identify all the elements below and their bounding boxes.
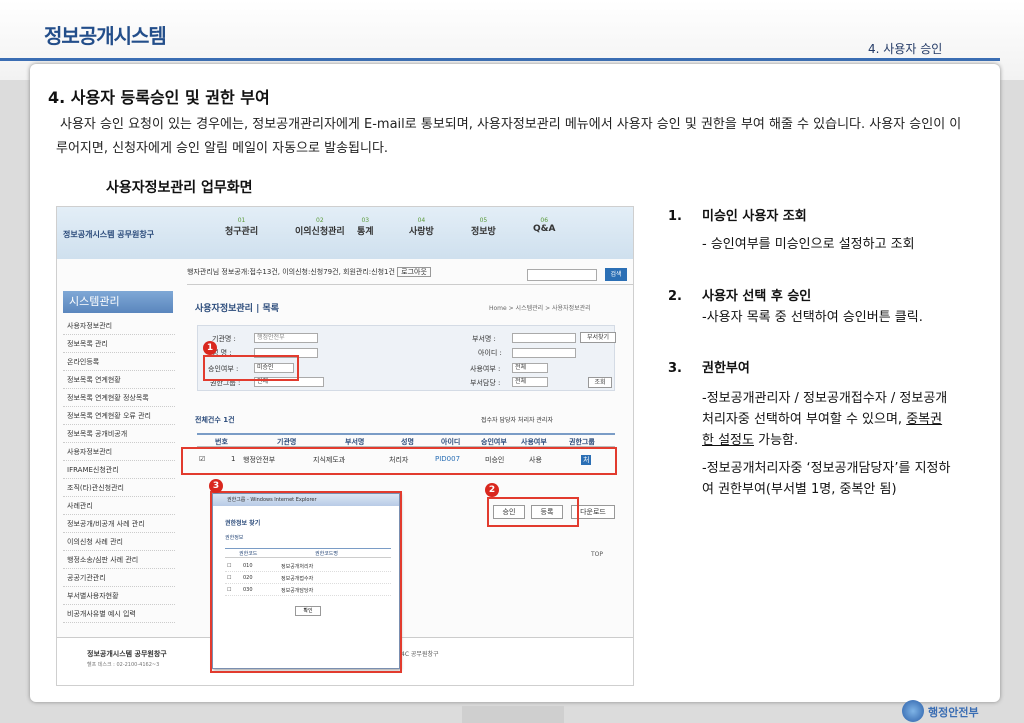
search-input[interactable] — [527, 269, 597, 281]
system-screenshot: 정보공개시스템 공무원창구 01 청구관리 02 이의신청관리 03 통계 04 사랑방… — [56, 206, 634, 686]
col-number: 번호 — [215, 438, 228, 446]
nav-item-stats[interactable]: 03 통계 — [357, 217, 374, 237]
nav-item-objection[interactable]: 02 이의신청관리 — [295, 217, 345, 237]
total-count: 전체건수 1건 — [195, 416, 235, 424]
breadcrumb: Home > 시스템관리 > 사용자정보관리 — [489, 305, 591, 312]
step-2-number: 2. — [668, 289, 682, 304]
ministry-name: 행정안전부 — [928, 706, 979, 719]
sidebar-item[interactable]: 온라인등록 — [63, 353, 175, 371]
description: 사용자 승인 요청이 있는 경우에는, 정보공개관리자에게 E-mail로 통보… — [56, 117, 962, 156]
page-title: 4. 사용자 등록승인 및 권한 부여 — [48, 88, 270, 107]
header-divider — [0, 58, 1000, 61]
top-link[interactable]: TOP — [591, 551, 603, 558]
org-label: 기관명 : — [212, 335, 236, 343]
step-2-title: 사용자 선택 후 승인 — [702, 289, 812, 304]
step-3-number: 3. — [668, 361, 682, 376]
highlight-table-row — [181, 447, 617, 475]
sidebar-item[interactable]: 정보목록 공개비공개 — [63, 425, 175, 443]
role-legend: 접수자 담당자 처리자 관리자 — [481, 417, 553, 424]
search-button[interactable]: 검색 — [605, 268, 627, 281]
step-1-number: 1. — [668, 209, 682, 224]
nav-item-lounge[interactable]: 04 사랑방 — [409, 217, 434, 237]
sidebar-item[interactable]: IFRAME신청관리 — [63, 461, 175, 479]
sidebar: 사용자정보관리 정보목록 관리 온라인등록 정보목록 연계현황 정보목록 연계현… — [63, 317, 175, 623]
ministry-emblem-icon — [902, 700, 924, 722]
col-dept: 부서명 — [345, 438, 365, 446]
content-title: 사용자정보관리 | 목록 — [195, 304, 280, 314]
badge-3: 3 — [209, 479, 223, 493]
step-3-desc2: -정보공개처리자중 ‘정보공개담당자’를 지정하여 권한부여(부서별 1명, 중… — [702, 461, 951, 497]
sidebar-item[interactable]: 정보공개/비공개 사례 관리 — [63, 515, 175, 533]
nav-item-qna[interactable]: 06 Q&A — [533, 217, 555, 234]
screen-title: 사용자정보관리 업무화면 — [106, 180, 253, 196]
step-1-title: 미승인 사용자 조회 — [702, 209, 807, 224]
use-label: 사용여부 : — [470, 365, 501, 373]
dept-field[interactable] — [512, 333, 576, 343]
find-dept-button[interactable]: 부서찾기 — [580, 332, 616, 343]
step-2-desc: -사용자 목록 중 선택하여 승인버튼 클릭. — [702, 310, 923, 325]
logout-button[interactable]: 로그아웃 — [397, 267, 431, 277]
use-select[interactable]: 전체 — [512, 363, 548, 373]
sidebar-item[interactable]: 사용자정보관리 — [63, 443, 175, 461]
col-approve: 승인여부 — [481, 438, 507, 446]
sidebar-item[interactable]: 비공개사유별 예시 입력 — [63, 605, 175, 623]
sidebar-item[interactable]: 정보목록 연계현황 오류 관리 — [63, 407, 175, 425]
sidebar-item[interactable]: 정보목록 관리 — [63, 335, 175, 353]
footer-name: 정보공개시스템 공무원창구 — [87, 650, 167, 658]
sidebar-item[interactable]: 정보목록 연계현황 정상목록 — [63, 389, 175, 407]
highlight-approve-button — [487, 497, 579, 527]
nav-item-request[interactable]: 01 청구관리 — [225, 217, 258, 237]
sidebar-item[interactable]: 행정소송/심판 사례 관리 — [63, 551, 175, 569]
system-title: 정보공개시스템 — [44, 24, 167, 48]
col-org: 기관명 — [277, 438, 297, 446]
step-3-title: 권한부여 — [702, 361, 750, 376]
step-1-desc: - 승인여부를 미승인으로 설정하고 조회 — [702, 237, 915, 252]
badge-2: 2 — [485, 483, 499, 497]
sidebar-item[interactable]: 정보목록 연계현황 — [63, 371, 175, 389]
sidebar-item[interactable]: 이의신청 사례 관리 — [63, 533, 175, 551]
step-3-desc: -정보공개관리자 / 정보공개접수자 / 정보공개처리자중 선택하여 부여할 수… — [702, 391, 948, 448]
section-tab: 4. 사용자 승인 — [868, 42, 943, 56]
manager-select[interactable]: 전체 — [512, 377, 548, 387]
app-logo: 정보공개시스템 공무원창구 — [63, 230, 155, 239]
id-field[interactable] — [512, 348, 576, 358]
table-header: 번호 기관명 부서명 성명 아이디 승인여부 사용여부 권한그룹 — [197, 433, 615, 447]
manager-label: 부서담당 : — [470, 379, 501, 387]
footer-mid: 4C 공무원창구 — [401, 651, 439, 658]
sidebar-item[interactable]: 사례관리 — [63, 497, 175, 515]
sidebar-item[interactable]: 사용자정보관리 — [63, 317, 175, 335]
col-auth: 권한그룹 — [569, 438, 595, 446]
dept-label: 부서명 : — [472, 335, 496, 343]
col-name: 성명 — [401, 438, 414, 446]
col-use: 사용여부 — [521, 438, 547, 446]
sidebar-item[interactable]: 조직(타)관신청관리 — [63, 479, 175, 497]
org-field[interactable]: 행정안전부 — [254, 333, 318, 343]
id-label: 아이디 : — [478, 349, 502, 357]
col-id: 아이디 — [441, 438, 461, 446]
sidebar-item[interactable]: 부서별사용자현황 — [63, 587, 175, 605]
sidebar-item[interactable]: 공공기관관리 — [63, 569, 175, 587]
search-submit-button[interactable]: 조회 — [588, 377, 612, 388]
footer-bar — [462, 706, 564, 723]
footer-helpdesk: 헬프 데스크 : 02-2100-4162~3 — [87, 662, 160, 668]
highlight-popup — [210, 491, 402, 673]
nav-item-info[interactable]: 05 정보방 — [471, 217, 496, 237]
badge-1: 1 — [203, 341, 217, 355]
sidebar-title: 시스템관리 — [63, 291, 173, 313]
highlight-approve-filter — [203, 355, 299, 381]
